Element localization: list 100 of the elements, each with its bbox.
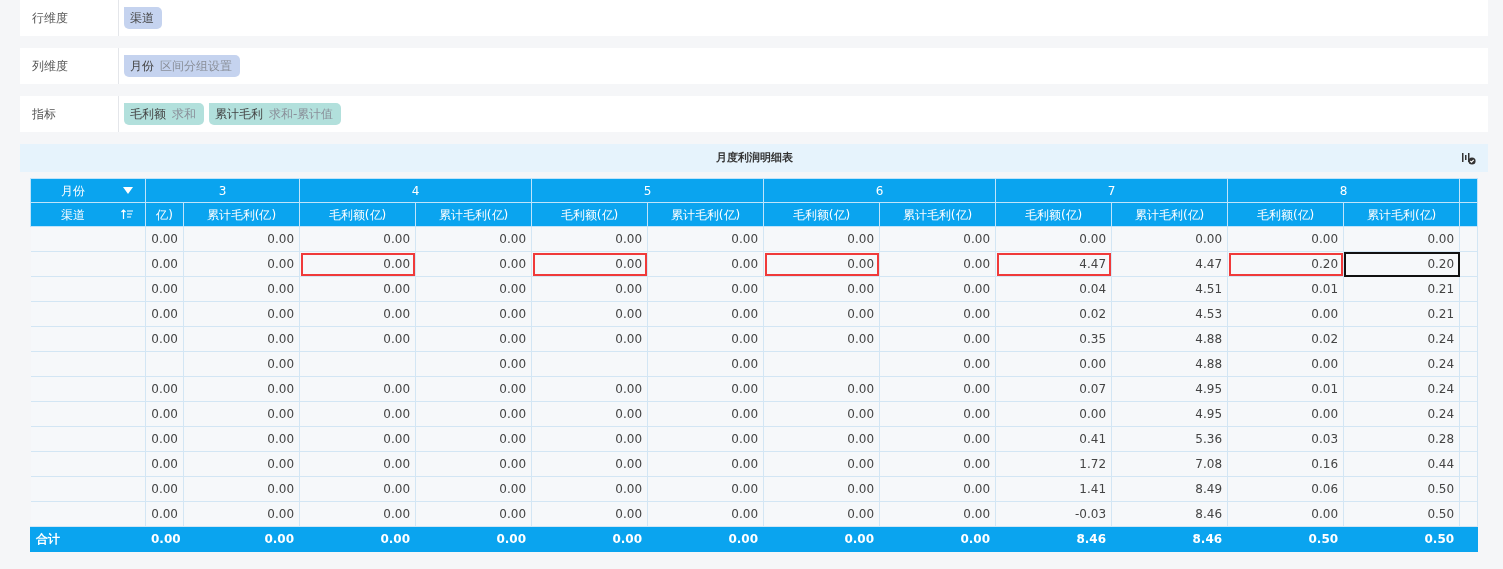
table-cell[interactable]: 0.00 <box>415 276 532 302</box>
table-cell[interactable]: 4.88 <box>1111 351 1228 377</box>
table-cell[interactable]: 0.01 <box>1227 376 1344 402</box>
table-cell[interactable]: 0.00 <box>531 326 648 352</box>
table-cell[interactable]: 0.00 <box>183 251 300 277</box>
field-chip[interactable]: 渠道 <box>124 7 162 29</box>
table-cell[interactable]: 0.00 <box>183 376 300 402</box>
table-cell[interactable]: 0.00 <box>647 501 764 527</box>
table-cell[interactable]: 0.00 <box>763 276 880 302</box>
table-cell[interactable]: 0.03 <box>1227 426 1344 452</box>
table-cell[interactable]: 0.00 <box>763 476 880 502</box>
table-cell[interactable]: 4.95 <box>1111 401 1228 427</box>
table-cell[interactable]: 0.00 <box>531 251 648 277</box>
table-cell[interactable]: 0.00 <box>415 351 532 377</box>
table-cell[interactable]: 0.00 <box>879 276 996 302</box>
table-cell[interactable]: 0.00 <box>183 426 300 452</box>
table-cell[interactable]: 0.00 <box>879 351 996 377</box>
table-cell[interactable]: 0.00 <box>299 301 416 327</box>
table-cell[interactable]: 0.00 <box>415 501 532 527</box>
table-cell[interactable]: 0.00 <box>763 251 880 277</box>
table-cell[interactable]: 0.00 <box>183 476 300 502</box>
table-cell[interactable]: 0.00 <box>763 226 880 252</box>
table-cell[interactable]: 0.00 <box>183 501 300 527</box>
table-cell[interactable]: 0.00 <box>1227 301 1344 327</box>
table-cell[interactable]: 7.08 <box>1111 451 1228 477</box>
table-cell[interactable]: 0.20 <box>1227 251 1344 277</box>
table-cell[interactable]: 0.24 <box>1343 401 1460 427</box>
table-cell[interactable]: 0.00 <box>647 351 764 377</box>
table-cell[interactable]: 0.00 <box>299 501 416 527</box>
table-cell[interactable]: 0.00 <box>647 426 764 452</box>
table-cell[interactable] <box>763 351 880 377</box>
table-cell[interactable]: 0.00 <box>415 476 532 502</box>
table-cell[interactable]: 0.00 <box>1227 401 1344 427</box>
table-cell[interactable]: 4.88 <box>1111 326 1228 352</box>
table-cell[interactable]: 0.00 <box>299 251 416 277</box>
table-cell[interactable]: 0.00 <box>1227 501 1344 527</box>
table-cell[interactable]: 0.35 <box>995 326 1112 352</box>
table-cell[interactable]: 0.00 <box>531 226 648 252</box>
table-cell[interactable]: 0.00 <box>647 376 764 402</box>
table-cell[interactable]: 0.00 <box>647 451 764 477</box>
table-cell[interactable]: 0.00 <box>183 451 300 477</box>
table-cell[interactable]: 0.00 <box>531 451 648 477</box>
table-cell[interactable]: 0.02 <box>995 301 1112 327</box>
table-cell[interactable]: 0.24 <box>1343 376 1460 402</box>
table-cell[interactable]: 0.00 <box>299 451 416 477</box>
table-cell[interactable]: -0.03 <box>995 501 1112 527</box>
table-cell[interactable]: 0.00 <box>995 351 1112 377</box>
table-cell[interactable]: 0.28 <box>1343 426 1460 452</box>
table-cell[interactable]: 0.06 <box>1227 476 1344 502</box>
table-cell[interactable]: 8.46 <box>1111 501 1228 527</box>
table-cell[interactable]: 0.00 <box>299 326 416 352</box>
table-cell[interactable]: 0.00 <box>531 401 648 427</box>
table-cell[interactable]: 1.41 <box>995 476 1112 502</box>
table-cell[interactable]: 0.00 <box>879 451 996 477</box>
table-cell[interactable]: 0.00 <box>1111 226 1228 252</box>
table-cell[interactable]: 0.00 <box>1343 226 1460 252</box>
table-cell[interactable]: 1.72 <box>995 451 1112 477</box>
table-cell[interactable]: 0.00 <box>299 426 416 452</box>
table-cell[interactable]: 0.00 <box>763 376 880 402</box>
table-cell[interactable]: 0.00 <box>531 376 648 402</box>
table-cell[interactable]: 0.00 <box>879 501 996 527</box>
table-cell[interactable]: 0.00 <box>299 226 416 252</box>
table-cell[interactable]: 0.00 <box>879 226 996 252</box>
table-cell[interactable]: 0.24 <box>1343 351 1460 377</box>
table-cell[interactable]: 0.00 <box>183 276 300 302</box>
table-cell[interactable]: 0.00 <box>995 401 1112 427</box>
table-cell[interactable]: 0.00 <box>879 301 996 327</box>
settings-icon[interactable] <box>1462 152 1476 165</box>
table-cell[interactable]: 0.21 <box>1343 301 1460 327</box>
table-cell[interactable]: 0.50 <box>1343 476 1460 502</box>
table-cell[interactable]: 0.00 <box>879 251 996 277</box>
table-cell[interactable]: 8.49 <box>1111 476 1228 502</box>
table-cell[interactable]: 0.00 <box>531 501 648 527</box>
table-cell[interactable]: 0.00 <box>183 351 300 377</box>
table-cell[interactable]: 0.00 <box>531 426 648 452</box>
table-cell[interactable]: 0.00 <box>763 301 880 327</box>
table-cell[interactable]: 0.00 <box>647 326 764 352</box>
table-cell[interactable]: 0.04 <box>995 276 1112 302</box>
table-cell[interactable]: 0.00 <box>879 476 996 502</box>
field-chip[interactable]: 月份 区间分组设置 <box>124 55 240 77</box>
table-cell[interactable]: 0.00 <box>415 426 532 452</box>
table-cell[interactable]: 0.00 <box>1227 351 1344 377</box>
table-cell[interactable]: 0.00 <box>647 276 764 302</box>
table-cell[interactable]: 0.07 <box>995 376 1112 402</box>
table-cell[interactable]: 0.16 <box>1227 451 1344 477</box>
table-cell[interactable]: 0.00 <box>183 401 300 427</box>
table-cell[interactable]: 0.00 <box>1227 226 1344 252</box>
table-cell[interactable]: 4.51 <box>1111 276 1228 302</box>
table-cell[interactable]: 0.02 <box>1227 326 1344 352</box>
table-cell[interactable]: 0.00 <box>647 476 764 502</box>
sort-icon[interactable] <box>121 209 133 220</box>
table-cell[interactable]: 0.00 <box>415 251 532 277</box>
table-cell[interactable]: 0.00 <box>415 451 532 477</box>
table-cell[interactable]: 0.00 <box>299 276 416 302</box>
table-cell[interactable]: 0.00 <box>415 226 532 252</box>
table-cell[interactable]: 0.00 <box>415 401 532 427</box>
table-cell[interactable]: 0.00 <box>763 401 880 427</box>
table-cell[interactable]: 4.47 <box>1111 251 1228 277</box>
table-cell[interactable] <box>299 351 416 377</box>
table-cell[interactable]: 0.00 <box>763 326 880 352</box>
